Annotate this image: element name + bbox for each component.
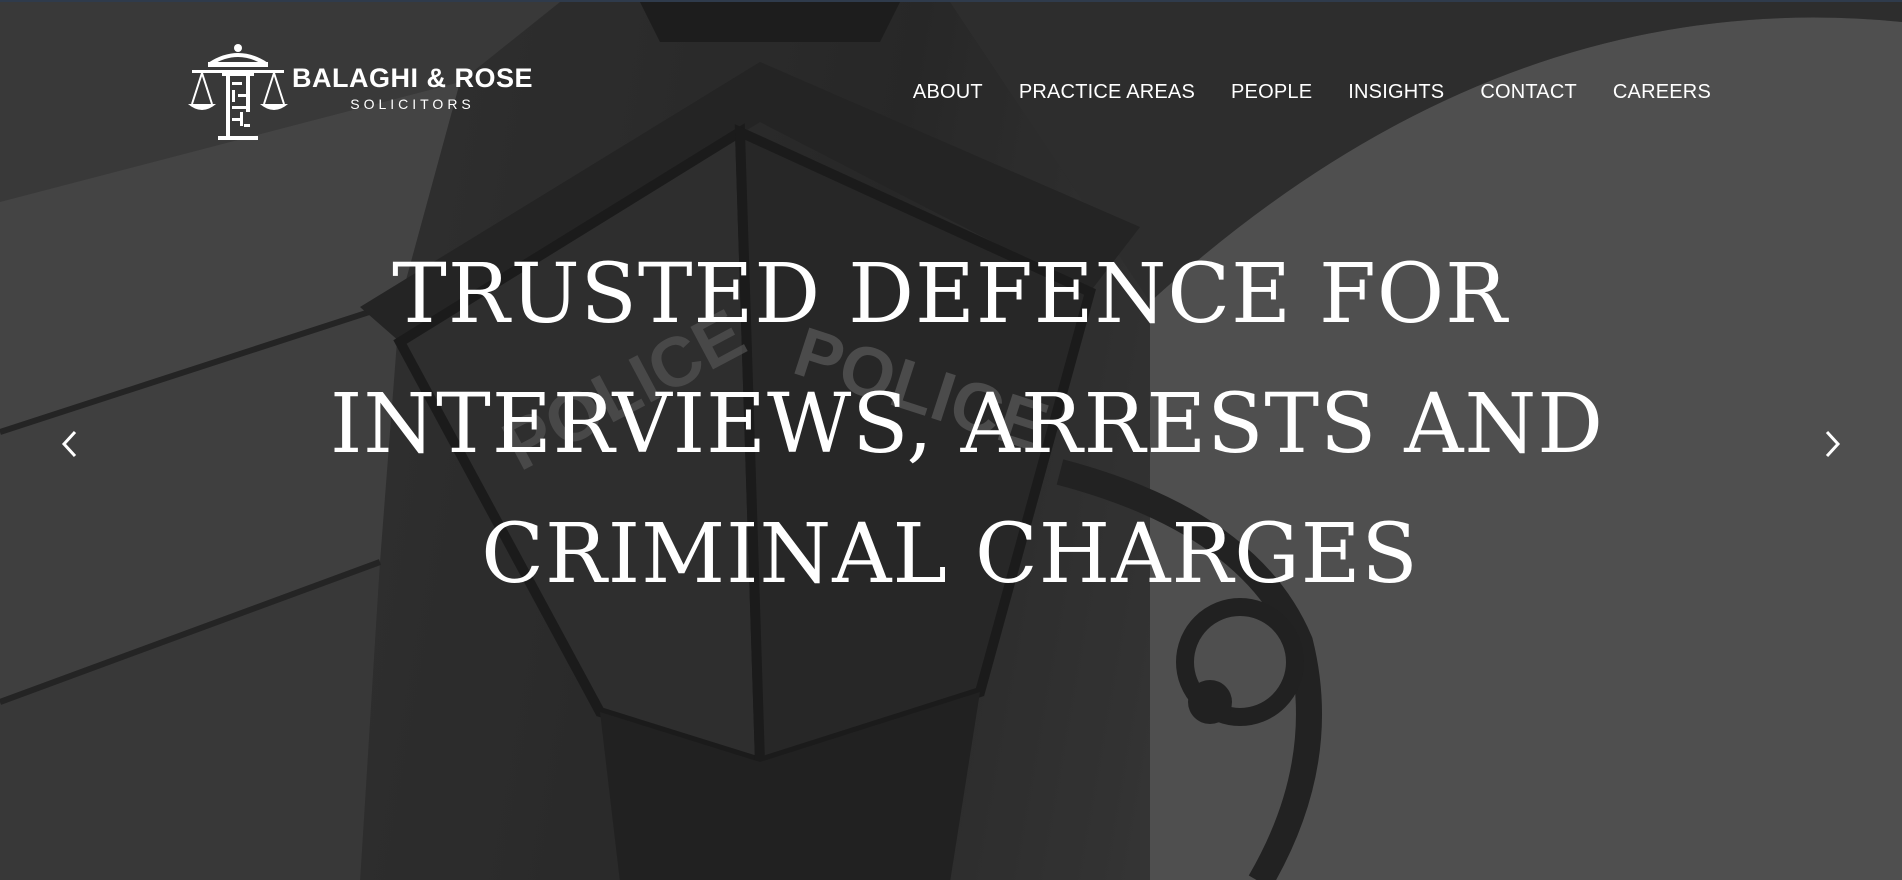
hero-slider: POLICE POLICE BALAGHI & ROSE SOLICITORS … [0,0,1902,880]
chevron-right-icon [1825,430,1841,458]
chevron-left-icon [61,430,77,458]
slider-next-button[interactable] [1810,422,1854,466]
nav-item-people[interactable]: PEOPLE [1231,81,1312,104]
headline-line-2: INTERVIEWS, ARRESTS AND [330,377,1605,472]
nav-item-about[interactable]: ABOUT [913,81,983,104]
nav-item-insights[interactable]: INSIGHTS [1348,81,1444,104]
logo-wordmark: BALAGHI & ROSE SOLICITORS [292,63,533,112]
main-nav: ABOUT PRACTICE AREAS PEOPLE INSIGHTS CON… [877,81,1711,104]
nav-item-contact[interactable]: CONTACT [1480,81,1577,104]
brand-name: BALAGHI & ROSE [292,62,534,93]
brand-subtitle: SOLICITORS [350,95,475,112]
scales-of-justice-icon [188,44,288,140]
headline-line-3: CRIMINAL CHARGES [481,507,1419,602]
nav-item-careers[interactable]: CAREERS [1613,81,1711,104]
nav-item-practice-areas[interactable]: PRACTICE AREAS [1019,81,1195,104]
slider-prev-button[interactable] [48,422,92,466]
hero-headline: TRUSTED DEFENCE FOR INTERVIEWS, ARRESTS … [330,230,1605,620]
headline-line-1: TRUSTED DEFENCE FOR [392,247,1508,342]
site-logo[interactable]: BALAGHI & ROSE SOLICITORS [188,42,533,146]
